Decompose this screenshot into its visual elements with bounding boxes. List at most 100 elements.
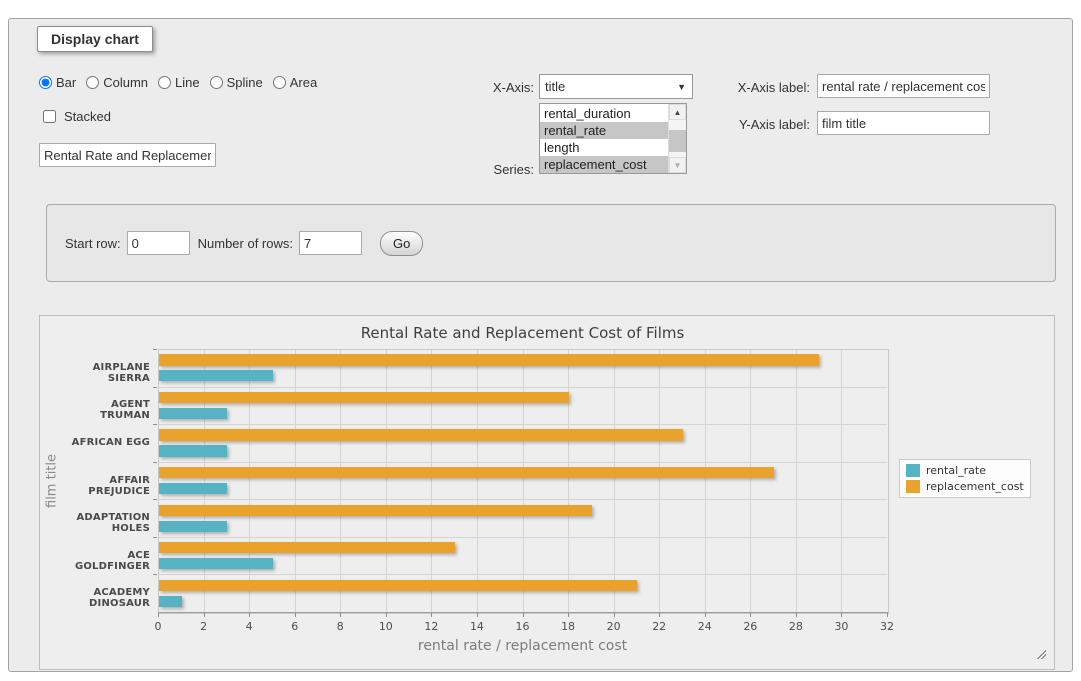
radio-line-input[interactable] [158, 76, 171, 89]
gridline [249, 350, 250, 612]
x-tick-label: 26 [743, 620, 757, 633]
bar-rental_rate [159, 558, 273, 569]
series-listbox[interactable]: rental_durationrental_ratelengthreplacem… [539, 103, 687, 174]
x-tick-label: 20 [607, 620, 621, 633]
scroll-up-icon[interactable]: ▲ [669, 104, 686, 120]
go-button[interactable]: Go [380, 231, 423, 256]
x-axis-tick [431, 613, 432, 617]
y-axis-title: film title [44, 349, 60, 612]
x-axis-select[interactable]: title ▼ [539, 74, 693, 99]
chart-type-radio-bar[interactable]: Bar [39, 75, 76, 90]
stacked-checkbox[interactable] [43, 110, 56, 123]
x-axis-tick [659, 613, 660, 617]
x-tick-label: 2 [200, 620, 207, 633]
bar-replacement_cost [159, 505, 592, 516]
legend-item: rental_rate [906, 464, 1024, 477]
band-separator [159, 424, 887, 425]
y-axis-tick [153, 537, 157, 538]
x-axis-select-value: title [545, 79, 677, 94]
x-tick-label: 4 [246, 620, 253, 633]
x-axis-tick [158, 613, 159, 617]
gridline [477, 350, 478, 612]
band-separator [159, 574, 887, 575]
scrollbar-thumb[interactable] [669, 130, 686, 152]
chart-legend: rental_rate replacement_cost [899, 459, 1031, 498]
scroll-down-icon[interactable]: ▼ [669, 157, 686, 173]
chart-title-input[interactable] [39, 143, 216, 167]
x-tick-label: 22 [652, 620, 666, 633]
x-axis-label-input[interactable] [817, 74, 990, 98]
legend-swatch-icon [906, 480, 920, 493]
y-axis-tick [153, 462, 157, 463]
x-tick-label: 8 [337, 620, 344, 633]
gridline [614, 350, 615, 612]
x-axis-tick [523, 613, 524, 617]
bar-replacement_cost [159, 429, 683, 440]
radio-spline-input[interactable] [210, 76, 223, 89]
y-axis-tick [153, 387, 157, 388]
radio-area-input[interactable] [273, 76, 286, 89]
chart-canvas: Rental Rate and Replacement Cost of Film… [40, 316, 1054, 669]
x-tick-label: 10 [379, 620, 393, 633]
band-separator [159, 537, 887, 538]
x-axis-tick [568, 613, 569, 617]
legend-label: rental_rate [926, 464, 986, 477]
chart-title: Rental Rate and Replacement Cost of Film… [158, 324, 887, 342]
bar-replacement_cost [159, 354, 819, 365]
x-axis-tick [386, 613, 387, 617]
radio-column-label: Column [103, 75, 148, 90]
x-axis-title: rental rate / replacement cost [158, 638, 887, 654]
category-label: AFRICAN EGG [58, 437, 150, 448]
category-label: AIRPLANE SIERRA [58, 362, 150, 384]
gridline [796, 350, 797, 612]
x-axis-tick [340, 613, 341, 617]
gridline [386, 350, 387, 612]
gridline [568, 350, 569, 612]
display-chart-fieldset: Display chart Bar Column Line Spline Are… [8, 18, 1073, 672]
band-separator [159, 387, 887, 388]
category-label: ACADEMY DINOSAUR [58, 587, 150, 609]
chart-type-radio-column[interactable]: Column [86, 75, 148, 90]
x-tick-label: 32 [880, 620, 894, 633]
x-tick-label: 14 [470, 620, 484, 633]
stacked-checkbox-row[interactable]: Stacked [39, 107, 111, 126]
gridline [705, 350, 706, 612]
x-axis-tick [249, 613, 250, 617]
category-label: ACE GOLDFINGER [58, 550, 150, 572]
row-range-panel: Start row: Number of rows: Go [46, 204, 1056, 282]
gridline [659, 350, 660, 612]
num-rows-input[interactable] [299, 231, 362, 255]
series-option[interactable]: rental_duration [540, 105, 668, 122]
x-tick-label: 12 [424, 620, 438, 633]
bar-rental_rate [159, 370, 273, 381]
radio-area-label: Area [290, 75, 317, 90]
chart-type-radio-line[interactable]: Line [158, 75, 200, 90]
chart-type-radio-spline[interactable]: Spline [210, 75, 263, 90]
gridline [295, 350, 296, 612]
x-axis-tick [477, 613, 478, 617]
series-option[interactable]: length [540, 139, 668, 156]
series-option[interactable]: replacement_cost [540, 156, 668, 173]
chart-type-radio-group: Bar Column Line Spline Area [39, 75, 317, 90]
radio-line-label: Line [175, 75, 200, 90]
radio-bar-input[interactable] [39, 76, 52, 89]
y-axis-label-input[interactable] [817, 111, 990, 135]
gridline [340, 350, 341, 612]
radio-spline-label: Spline [227, 75, 263, 90]
legend-swatch-icon [906, 464, 920, 477]
series-option[interactable]: rental_rate [540, 122, 668, 139]
start-row-input[interactable] [127, 231, 190, 255]
x-axis-tick [705, 613, 706, 617]
x-axis-tick [204, 613, 205, 617]
gridline [431, 350, 432, 612]
y-axis-tick [153, 424, 157, 425]
series-listbox-scrollbar[interactable]: ▲ ▼ [668, 104, 686, 173]
x-tick-label: 6 [291, 620, 298, 633]
chart-type-radio-area[interactable]: Area [273, 75, 317, 90]
y-axis-tick [153, 499, 157, 500]
bar-rental_rate [159, 445, 227, 456]
chart-panel: Rental Rate and Replacement Cost of Film… [39, 315, 1055, 670]
radio-column-input[interactable] [86, 76, 99, 89]
bar-replacement_cost [159, 467, 774, 478]
legend-label: replacement_cost [926, 480, 1024, 493]
